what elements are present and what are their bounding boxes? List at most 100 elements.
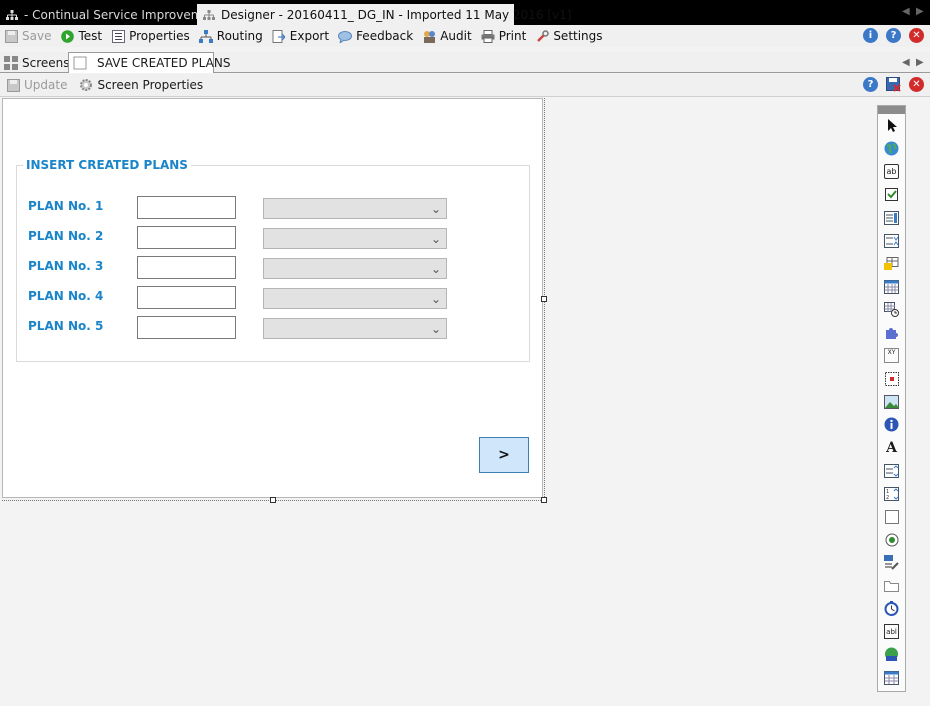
plan-1-select[interactable]: ⌄ — [263, 198, 447, 219]
plan-row-1: PLAN No. 1 ⌄ — [3, 196, 543, 219]
info-icon[interactable]: i — [863, 28, 878, 43]
export-icon — [272, 29, 286, 43]
palette-xy[interactable]: XY — [878, 344, 905, 367]
palette-datetime[interactable] — [878, 298, 905, 321]
palette-header — [878, 106, 905, 114]
close-icon[interactable]: ✕ — [909, 28, 924, 43]
palette-web[interactable] — [878, 643, 905, 666]
help-icon[interactable]: ? — [863, 77, 878, 92]
palette-listbox[interactable] — [878, 206, 905, 229]
next-button[interactable]: > — [479, 437, 529, 473]
scroll-right-icon[interactable]: ▶ — [916, 6, 924, 17]
plan-label: PLAN No. 4 — [28, 289, 104, 303]
plan-3-input[interactable] — [137, 256, 236, 279]
textbox-icon: ab — [884, 164, 899, 179]
datetime-icon — [884, 302, 899, 317]
palette-folder[interactable] — [878, 574, 905, 597]
combobox-icon — [884, 233, 899, 248]
chevron-down-icon: ⌄ — [430, 262, 441, 276]
info-icon — [884, 417, 899, 432]
chevron-down-icon: ⌄ — [430, 202, 441, 216]
tab-designer[interactable]: Designer - 20160411_ DG_IN - Imported 11… — [197, 4, 571, 25]
palette-label[interactable]: abl — [878, 620, 905, 643]
resize-handle-corner[interactable] — [541, 497, 547, 503]
main-toolbar: Save Test Properties Routing Export Feed… — [0, 25, 930, 47]
palette-frame[interactable] — [878, 367, 905, 390]
frame-icon — [884, 371, 899, 386]
palette-timer[interactable] — [878, 597, 905, 620]
tab-save-created-plans[interactable]: SAVE CREATED PLANS — [68, 52, 230, 73]
scroll-left-icon[interactable]: ◀ — [902, 6, 910, 17]
help-icon[interactable]: ? — [886, 28, 901, 43]
palette-image[interactable] — [878, 390, 905, 413]
palette-combobox[interactable] — [878, 229, 905, 252]
plan-5-input[interactable] — [137, 316, 236, 339]
chevron-down-icon: ⌄ — [430, 322, 441, 336]
plan-4-input[interactable] — [137, 286, 236, 309]
chevron-down-icon: ⌄ — [430, 232, 441, 246]
play-icon — [60, 29, 74, 43]
test-button[interactable]: Test — [60, 29, 102, 43]
screen-tab-bar: Screens SAVE CREATED PLANS ◀ ▶ — [0, 52, 930, 73]
page-icon — [73, 56, 87, 70]
plan-label: PLAN No. 5 — [28, 319, 104, 333]
palette-plugin[interactable] — [878, 321, 905, 344]
chevron-down-icon: ⌄ — [430, 292, 441, 306]
plan-2-select[interactable]: ⌄ — [263, 228, 447, 249]
plan-3-select[interactable]: ⌄ — [263, 258, 447, 279]
resize-handle-right[interactable] — [541, 296, 547, 302]
plan-4-select[interactable]: ⌄ — [263, 288, 447, 309]
palette-numbered-list[interactable]: 12 — [878, 482, 905, 505]
palette-panel[interactable] — [878, 505, 905, 528]
hierarchy-icon — [203, 8, 215, 22]
palette-table[interactable] — [878, 666, 905, 689]
audit-button[interactable]: Audit — [422, 29, 472, 43]
feedback-button[interactable]: Feedback — [338, 29, 413, 43]
checkbox-icon — [884, 187, 899, 202]
palette-pointer[interactable] — [878, 114, 905, 137]
tab-continual-service-improvement[interactable]: - Continual Service Improvement — [0, 4, 222, 25]
designer-controls: ? ✕ — [863, 77, 924, 92]
palette-listbox-2[interactable] — [878, 459, 905, 482]
listbox-icon — [884, 210, 899, 225]
panel-icon — [884, 509, 899, 524]
plan-row-2: PLAN No. 2 ⌄ — [3, 226, 543, 249]
save-button[interactable]: Save — [4, 29, 51, 43]
group-title: INSERT CREATED PLANS — [26, 158, 188, 172]
screen-properties-button[interactable]: Screen Properties — [79, 78, 203, 92]
tab-screens[interactable]: Screens — [0, 52, 70, 73]
grid-icon — [884, 256, 899, 271]
palette-calendar[interactable] — [878, 275, 905, 298]
palette-info[interactable] — [878, 413, 905, 436]
properties-icon — [111, 29, 125, 43]
plan-1-input[interactable] — [137, 196, 236, 219]
palette-text-label[interactable]: A — [878, 436, 905, 459]
plan-5-select[interactable]: ⌄ — [263, 318, 447, 339]
listbox2-icon — [884, 463, 899, 478]
export-button[interactable]: Export — [272, 29, 329, 43]
timer-icon — [884, 601, 899, 616]
close-icon[interactable]: ✕ — [909, 77, 924, 92]
palette-textbox[interactable]: ab — [878, 160, 905, 183]
svg-text:2: 2 — [886, 495, 889, 501]
label-icon: abl — [884, 624, 899, 639]
plan-label: PLAN No. 2 — [28, 229, 104, 243]
print-button[interactable]: Print — [481, 29, 526, 43]
palette-grid[interactable] — [878, 252, 905, 275]
designer-toolbar: Update Screen Properties ? ✕ — [0, 74, 930, 97]
properties-button[interactable]: Properties — [111, 29, 190, 43]
plan-2-input[interactable] — [137, 226, 236, 249]
resize-handle-bottom[interactable] — [270, 497, 276, 503]
palette-edit-list[interactable] — [878, 551, 905, 574]
update-button[interactable]: Update — [6, 78, 67, 92]
scroll-left-icon[interactable]: ◀ — [902, 57, 910, 68]
plugin-icon — [884, 325, 899, 340]
routing-button[interactable]: Routing — [198, 29, 263, 43]
save-close-icon[interactable] — [886, 77, 901, 92]
palette-radio[interactable] — [878, 528, 905, 551]
settings-button[interactable]: Settings — [535, 29, 603, 43]
design-canvas[interactable]: INSERT CREATED PLANS PLAN No. 1 ⌄ PLAN N… — [2, 98, 543, 498]
scroll-right-icon[interactable]: ▶ — [916, 57, 924, 68]
palette-checkbox[interactable] — [878, 183, 905, 206]
palette-globe[interactable] — [878, 137, 905, 160]
